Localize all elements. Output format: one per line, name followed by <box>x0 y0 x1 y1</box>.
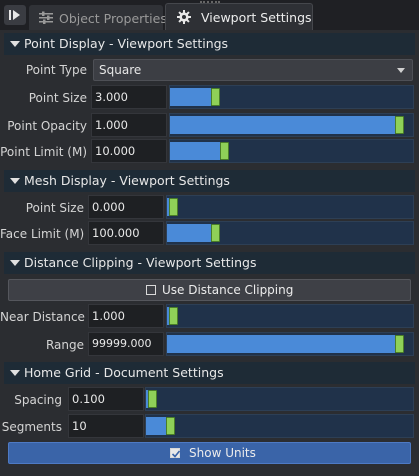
slider-thumb[interactable] <box>169 307 178 325</box>
point-type-value: Square <box>99 63 142 77</box>
section-header-point-display[interactable]: Point Display - Viewport Settings <box>4 33 415 55</box>
slider-fill <box>167 224 211 242</box>
tab-object-properties[interactable]: Object Properties <box>29 5 167 30</box>
slider-fill <box>170 142 221 160</box>
tab-viewport-settings[interactable]: Viewport Settings <box>165 3 313 31</box>
face-limit-slider[interactable] <box>166 221 414 245</box>
spacing-label: Spacing <box>14 393 62 407</box>
tab-label: Object Properties <box>59 11 167 26</box>
section-header-distance-clipping[interactable]: Distance Clipping - Viewport Settings <box>4 252 415 274</box>
face-limit-label: Face Limit (M) <box>0 227 85 241</box>
checkbox-unchecked-icon <box>146 285 156 295</box>
tab-bar: Object Properties Viewport Settings <box>0 0 419 31</box>
slider-fill <box>170 88 212 106</box>
near-distance-field[interactable]: 1.000 <box>88 304 164 328</box>
mesh-point-size-slider[interactable] <box>166 195 414 219</box>
button-label: Show Units <box>189 446 256 460</box>
play-icon <box>9 10 20 20</box>
section-header-home-grid[interactable]: Home Grid - Document Settings <box>4 362 415 384</box>
slider-thumb[interactable] <box>220 142 230 160</box>
range-slider[interactable] <box>166 332 414 356</box>
gear-icon <box>177 10 191 24</box>
checkmark-icon <box>171 450 181 458</box>
near-distance-slider[interactable] <box>166 304 414 328</box>
point-opacity-field[interactable]: 1.000 <box>91 113 167 137</box>
point-opacity-label: Point Opacity <box>7 119 87 133</box>
section-header-mesh-display[interactable]: Mesh Display - Viewport Settings <box>4 170 415 192</box>
spacing-field[interactable]: 0.100 <box>68 387 144 411</box>
section-title: Home Grid - Document Settings <box>24 365 224 380</box>
point-type-label: Point Type <box>25 63 87 77</box>
collapse-arrow-icon <box>10 178 20 184</box>
sliders-icon <box>39 11 53 24</box>
point-limit-field[interactable]: 10.000 <box>91 139 167 163</box>
segments-label: Segments <box>1 420 62 434</box>
point-opacity-slider[interactable] <box>169 113 414 137</box>
collapse-arrow-icon <box>10 370 20 376</box>
spacing-slider[interactable] <box>145 387 414 411</box>
point-limit-label: Point Limit (M) <box>0 145 87 159</box>
mesh-point-size-label: Point Size <box>25 201 84 215</box>
use-distance-clipping-button[interactable]: Use Distance Clipping <box>8 279 411 301</box>
slider-thumb[interactable] <box>169 198 178 216</box>
point-type-dropdown[interactable]: Square <box>93 59 413 81</box>
slider-fill <box>146 417 166 435</box>
point-size-label: Point Size <box>28 91 87 105</box>
segments-slider[interactable] <box>145 414 414 438</box>
slider-fill <box>170 116 396 134</box>
range-field[interactable]: 99999.000 <box>88 332 164 356</box>
point-limit-slider[interactable] <box>169 139 414 163</box>
slider-thumb[interactable] <box>210 224 220 242</box>
face-limit-field[interactable]: 100.000 <box>88 221 164 245</box>
point-size-slider[interactable] <box>169 85 414 109</box>
chevron-down-icon <box>397 68 405 73</box>
collapse-arrow-icon <box>10 41 20 47</box>
show-units-button[interactable]: Show Units <box>8 442 411 464</box>
section-title: Distance Clipping - Viewport Settings <box>24 255 257 270</box>
range-label: Range <box>45 338 84 352</box>
checkbox-checked-icon <box>170 448 181 458</box>
section-title: Point Display - Viewport Settings <box>24 36 229 51</box>
near-distance-label: Near Distance <box>0 310 85 324</box>
slider-fill <box>167 335 395 353</box>
slider-thumb[interactable] <box>395 116 405 134</box>
slider-thumb[interactable] <box>165 417 175 435</box>
slider-thumb[interactable] <box>395 335 404 353</box>
collapse-arrow-icon <box>10 260 20 266</box>
slider-thumb[interactable] <box>211 88 221 106</box>
expand-panel-button[interactable] <box>4 5 26 25</box>
button-label: Use Distance Clipping <box>162 283 294 297</box>
tab-label: Viewport Settings <box>201 10 312 25</box>
slider-thumb[interactable] <box>148 390 157 408</box>
section-title: Mesh Display - Viewport Settings <box>24 173 230 188</box>
mesh-point-size-field[interactable]: 0.000 <box>88 195 164 219</box>
segments-field[interactable]: 10 <box>68 414 144 438</box>
point-size-field[interactable]: 3.000 <box>91 85 167 109</box>
